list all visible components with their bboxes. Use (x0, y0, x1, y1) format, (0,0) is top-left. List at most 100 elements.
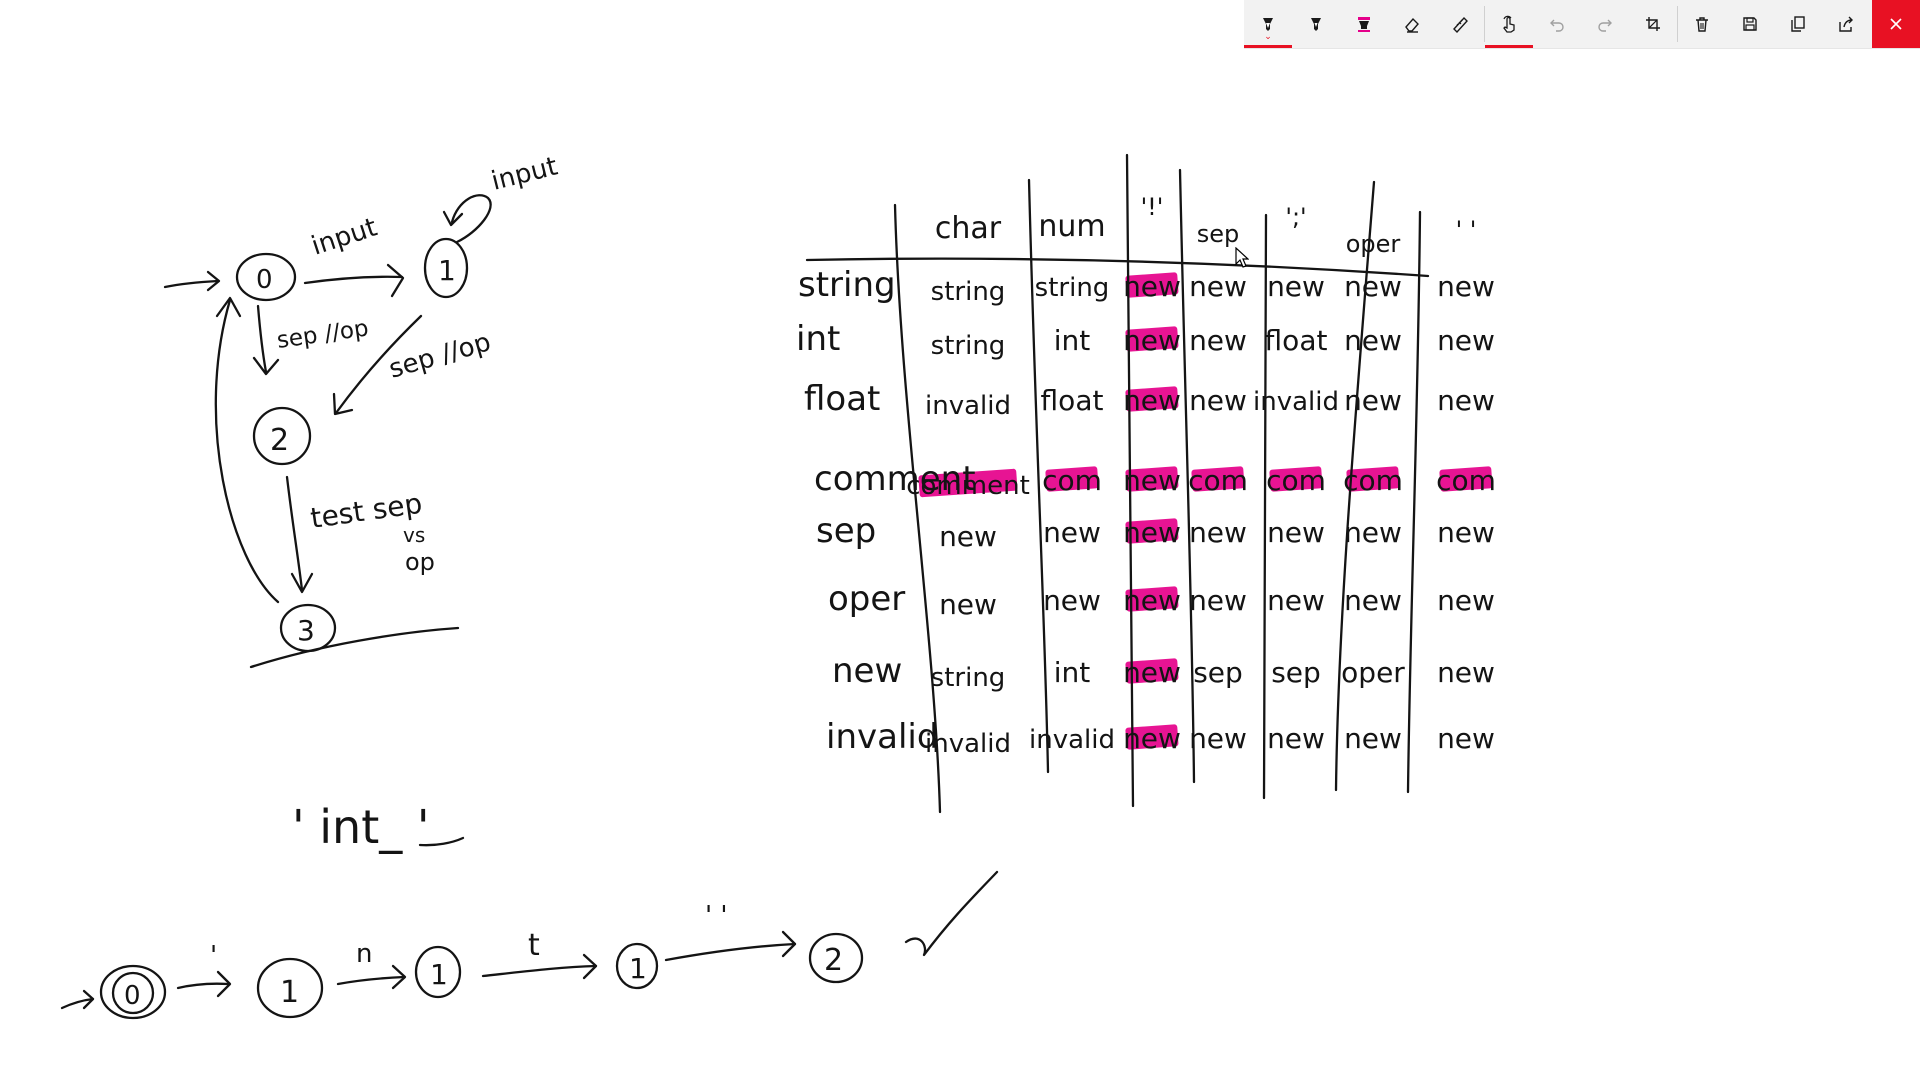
table-cell: new (1123, 584, 1181, 617)
table-cell: com (1436, 464, 1496, 497)
table-row-label: sep (816, 511, 876, 551)
transition-table: char num '!' sep ';' oper ' ' string string strin… (796, 153, 1496, 814)
table-cell: new (1043, 584, 1101, 617)
table-cell: sep (1271, 656, 1321, 689)
table-column-header: num (1038, 209, 1105, 244)
table-cell: new (1123, 464, 1181, 497)
table-cell: invalid (1253, 387, 1339, 417)
table-cell: new (1267, 722, 1325, 755)
table-cell: new (1043, 516, 1101, 549)
table-cell: new (1123, 516, 1181, 549)
table-cell: new (1123, 324, 1181, 357)
checkmark (904, 870, 999, 957)
table-row-label: oper (828, 579, 905, 619)
table-cell: int (1054, 656, 1091, 689)
label-sep-op-a: sep //op (275, 315, 370, 354)
table-cell: new (1123, 722, 1181, 755)
table-column-header: '!' (1141, 193, 1164, 221)
table-cell: comment (906, 471, 1030, 501)
trace-label-4: ' ' (705, 901, 728, 931)
table-row-label: int (796, 319, 840, 359)
trace-state-0-label: 0 (124, 981, 141, 1011)
table-cell: new (1437, 270, 1495, 303)
table-column-header: ' ' (1456, 216, 1477, 244)
table-cell: int (1054, 324, 1091, 357)
trace-arrow-3 (481, 964, 598, 978)
table-cell: new (1123, 656, 1181, 689)
table-cell: new (1267, 270, 1325, 303)
table-cell: new (1123, 384, 1181, 417)
trace-arrow-2 (336, 975, 406, 986)
table-cell: new (1189, 384, 1247, 417)
arrow-0-2 (256, 304, 268, 374)
arrow-0-1 (303, 275, 404, 285)
table-cell: float (1265, 324, 1328, 357)
table-row-label: string (798, 265, 896, 305)
entry-arrow (163, 279, 220, 289)
table-column-header: sep (1197, 220, 1240, 248)
arrow-3-0 (214, 298, 280, 604)
table-cell: new (1189, 324, 1247, 357)
table-cell: new (1344, 722, 1402, 755)
table-cell: new (1267, 516, 1325, 549)
label-op: op (405, 548, 435, 576)
trace-state-1c-label: 1 (629, 952, 647, 985)
label-input-a: input (308, 212, 381, 261)
label-vs: vs (403, 523, 425, 547)
table-cell: new (1189, 722, 1247, 755)
table-cell: new (1437, 384, 1495, 417)
table-cell: invalid (925, 729, 1011, 759)
table-cell: string (931, 663, 1006, 693)
table-cell: new (1437, 584, 1495, 617)
table-cell: new (1344, 384, 1402, 417)
table-row-label: float (804, 379, 880, 419)
arrowhead-0-1 (386, 263, 405, 298)
table-cell: new (939, 588, 997, 621)
mouse-cursor-icon (1235, 247, 1249, 268)
trace-arrow-4 (664, 942, 797, 962)
table-header-line (805, 257, 1430, 278)
arrow-2-3 (285, 475, 304, 592)
table-row-label: new (832, 651, 902, 691)
table-cell: oper (1341, 656, 1405, 689)
table-cell: new (1437, 324, 1495, 357)
table-cell: new (1189, 516, 1247, 549)
table-cell: new (1189, 584, 1247, 617)
trace-state-1a-label: 1 (280, 975, 299, 1010)
col-line-4 (1262, 213, 1268, 800)
table-cell: float (1041, 384, 1104, 417)
trace-label-2: n (356, 939, 372, 969)
state-diagram: 0 input 1 input sep //op sep //op 2 test… (163, 152, 561, 669)
state-3-label: 3 (297, 614, 315, 647)
table-cell: invalid (925, 391, 1011, 421)
state-2-label: 2 (270, 423, 289, 458)
table-cell: new (1344, 516, 1402, 549)
table-cell: string (1035, 273, 1110, 303)
trace-label-3: t (528, 928, 540, 963)
table-cell: new (1437, 656, 1495, 689)
table-cell: new (1344, 324, 1402, 357)
ink-canvas[interactable]: 0 input 1 input sep //op sep //op 2 test… (0, 0, 1920, 1078)
trace-state-1b-label: 1 (430, 958, 448, 991)
table-cells: char num '!' sep ';' oper ' ' string string strin… (796, 193, 1496, 759)
example-trace: ' int_ ' 0 ' 1 n 1 t 1 ' ' 2 (60, 800, 999, 1020)
trace-label-1: ' (210, 941, 217, 971)
state-1-label: 1 (438, 254, 456, 287)
state-0-label: 0 (256, 265, 273, 295)
table-cell: new (1437, 516, 1495, 549)
table-cell: new (1437, 722, 1495, 755)
table-cell: new (1123, 270, 1181, 303)
table-cell: string (931, 277, 1006, 307)
table-cell: new (939, 520, 997, 553)
table-cell: new (1344, 584, 1402, 617)
col-line-6 (1406, 210, 1422, 794)
table-cell: invalid (1029, 725, 1115, 755)
table-cell: com (1042, 464, 1102, 497)
table-cell: new (1344, 270, 1402, 303)
table-column-header: char (935, 211, 1002, 246)
table-cell: com (1188, 464, 1248, 497)
label-input-b: input (488, 152, 560, 197)
table-column-header: ';' (1285, 203, 1306, 231)
trace-state-2-label: 2 (824, 943, 843, 978)
table-cell: com (1343, 464, 1403, 497)
